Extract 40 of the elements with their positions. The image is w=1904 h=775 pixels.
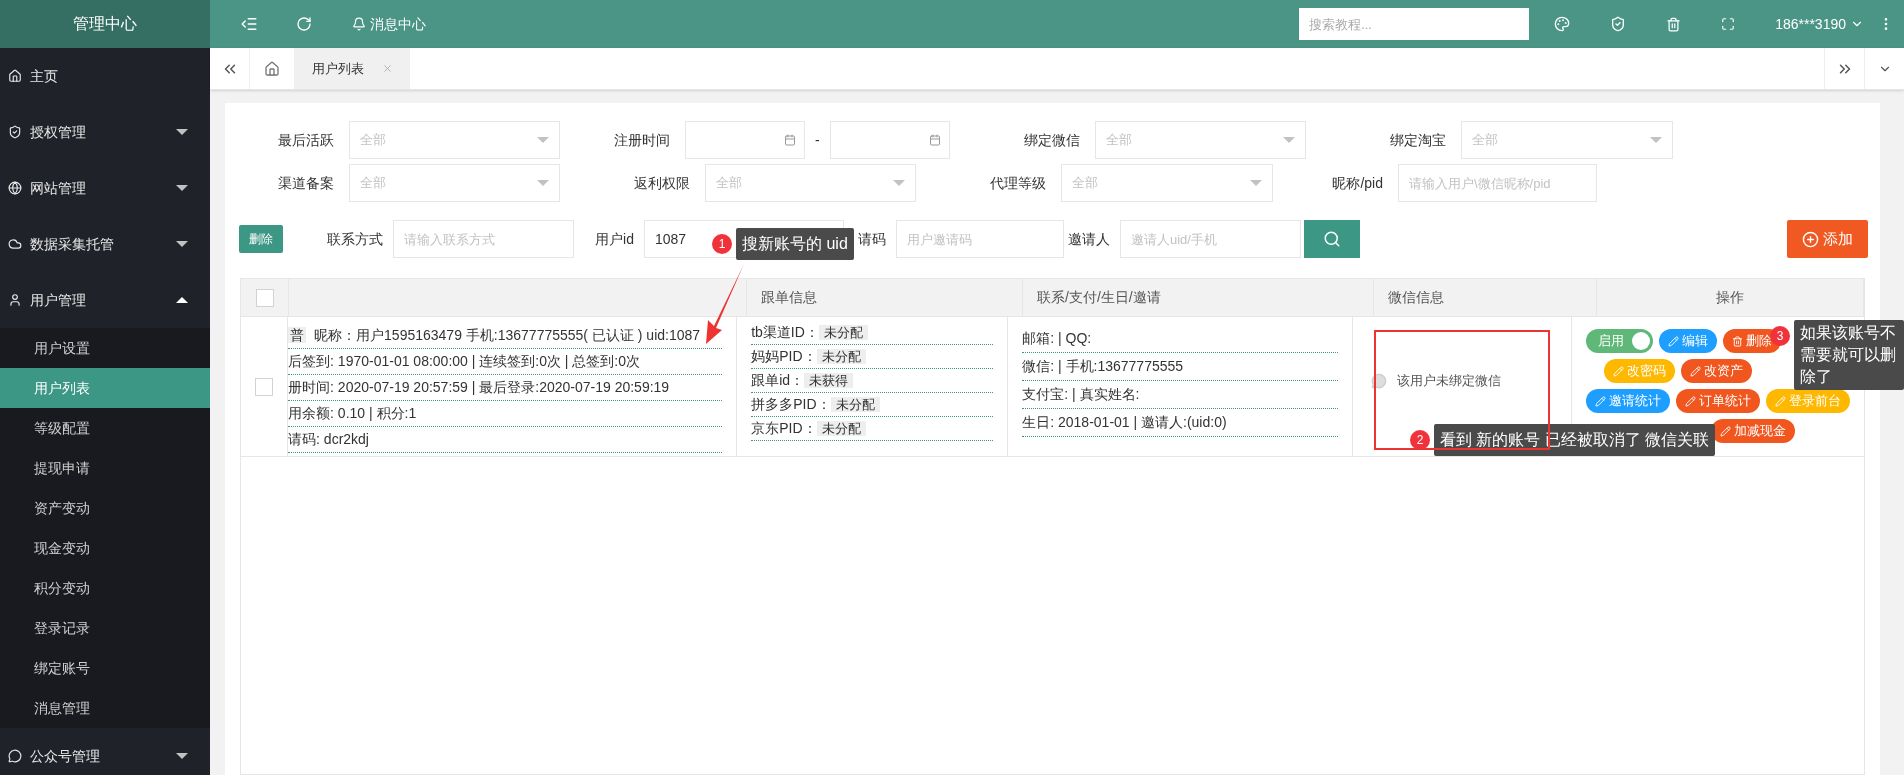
filter-label: 绑定微信 (1023, 130, 1080, 150)
user-info-line: 后签到: 1970-01-01 08:00:00 | 连续签到:0次 | 总签到:0次 (288, 349, 723, 375)
wechat-status: 该用户未绑定微信 (1396, 371, 1501, 390)
status-tag: 未获得 (804, 373, 854, 388)
status-tag: 未分配 (818, 325, 868, 340)
user-info-line: 册时间: 2020-07-19 20:57:59 | 最后登录:2020-07-19 20:59:19 (288, 375, 723, 401)
filter-label: 注册时间 (614, 130, 670, 150)
tracking-line: 妈妈PID： 未分配 (751, 345, 994, 369)
status-tag: 未分配 (816, 421, 866, 436)
user-info-line: 请码: dcr2kdj (288, 427, 723, 453)
filter-label: 返利权限 (634, 173, 690, 193)
column-header: 微信信息 (1388, 288, 1444, 307)
filter-label: 联系方式 (327, 229, 383, 249)
tracking-line: tb渠道ID： 未分配 (751, 321, 994, 345)
annotation-tooltip: 搜新账号的 uid (736, 228, 854, 260)
column-header: 操作 (1716, 288, 1744, 307)
filter-label: 请码 (858, 229, 886, 249)
annotation-tooltip: 如果该账号不需要就可以删除了 (1794, 320, 1904, 390)
filter-label: 绑定淘宝 (1389, 130, 1446, 150)
filter-label: 邀请人 (1068, 229, 1110, 249)
range-separator: - (815, 130, 820, 150)
contact-line: 邮箱: | QQ: (1022, 325, 1338, 353)
column-header: 联系/支付/生日/邀请 (1037, 288, 1161, 307)
status-tag: 未分配 (816, 349, 866, 364)
tracking-line: 京东PID： 未分配 (751, 417, 994, 441)
user-info-line: 用余额: 0.10 | 积分:1 (288, 401, 723, 427)
app-title: 管理中心 (0, 0, 210, 48)
level-tag: 普 (288, 327, 307, 343)
filter-label: 最后活跃 (278, 130, 334, 150)
tracking-line: 跟单id： 未获得 (751, 369, 994, 393)
filter-label: 用户id (595, 229, 634, 249)
contact-line: 支付宝: | 真实姓名: (1022, 381, 1338, 409)
filter-label: 渠道备案 (278, 173, 334, 193)
contact-line: 微信: | 手机:13677775555 (1022, 353, 1338, 381)
filter-label: 代理等级 (990, 173, 1046, 193)
tracking-line: 拼多多PID： 未分配 (751, 393, 994, 417)
column-header: 跟单信息 (761, 288, 817, 307)
status-tag: 未分配 (830, 397, 880, 412)
filter-label: 昵称/pid (1332, 173, 1383, 193)
contact-line: 生日: 2018-01-01 | 邀请人:(uid:0) (1022, 409, 1338, 437)
